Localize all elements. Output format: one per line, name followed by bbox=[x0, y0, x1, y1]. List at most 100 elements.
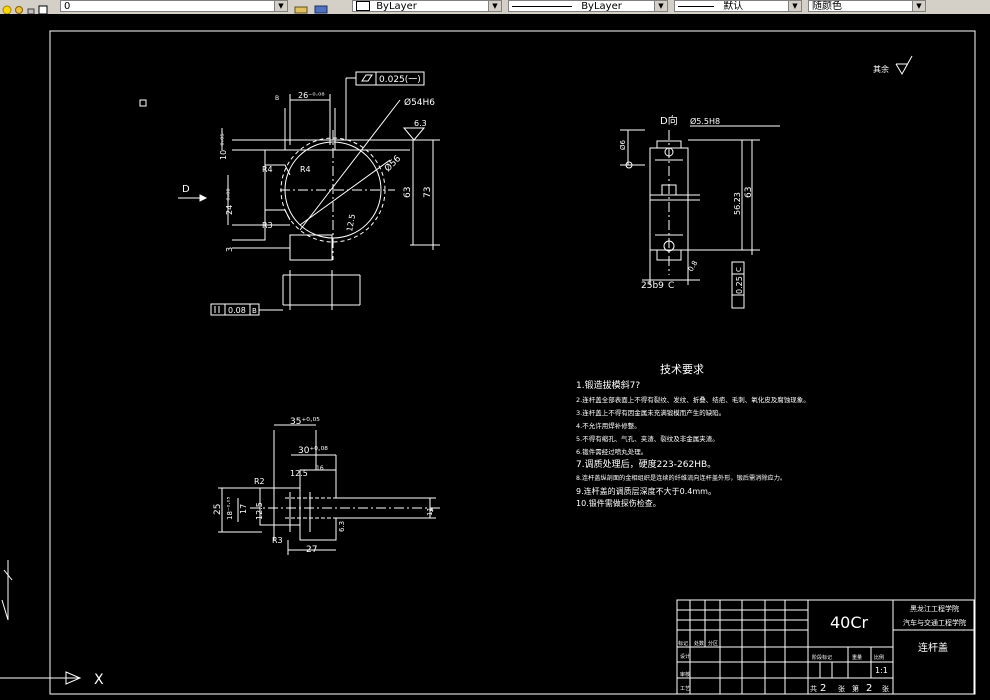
color-square-icon[interactable] bbox=[38, 0, 48, 14]
dim-63-main: 63 bbox=[403, 187, 413, 198]
plotstyle-value: 随颜色 bbox=[812, 1, 842, 12]
tech-item-2: 2.连杆盖全部表面上不得有裂纹、发纹、折叠、结疤、毛刺、氧化皮及腐蚀现象。 bbox=[576, 395, 810, 404]
color-value: ByLayer bbox=[376, 1, 417, 12]
dim-3: 3 bbox=[225, 247, 234, 252]
tech-item-1: 1.锻造拔模斜7? bbox=[576, 379, 640, 391]
dim-11: 11 bbox=[426, 507, 434, 516]
svg-text:B: B bbox=[275, 95, 279, 102]
dim-25-bottom: 25 bbox=[213, 504, 223, 515]
chevron-down-icon[interactable]: ▼ bbox=[274, 1, 287, 11]
dept-label: 汽车与交通工程学院 bbox=[903, 618, 966, 627]
sun-icon[interactable] bbox=[14, 0, 24, 14]
view-d-label: D向 bbox=[660, 114, 678, 127]
lineweight-combo[interactable]: 默认 ▼ bbox=[674, 0, 802, 12]
material-label: 40Cr bbox=[830, 613, 869, 632]
tech-item-10: 10.锻件需做探伤检查。 bbox=[576, 498, 661, 508]
dim-56: Ø56 bbox=[382, 153, 403, 174]
roughness-note: 其余 bbox=[873, 55, 913, 75]
layer-value: 0 bbox=[64, 1, 71, 12]
color-combo[interactable]: ByLayer ▼ bbox=[352, 0, 502, 12]
tech-requirements: 技术要求 1.锻造拔模斜7? 2.连杆盖全部表面上不得有裂纹、发纹、折叠、结疤、… bbox=[576, 363, 810, 508]
dim-54h6: Ø54H6 bbox=[404, 97, 435, 108]
dim-r2: R2 bbox=[254, 477, 265, 486]
parallel-datum: B bbox=[252, 307, 257, 315]
tech-item-8: 8.连杆盖纵剖面的金相组织是连续的纤维流向连杆盖外形，锻后需消除应力。 bbox=[576, 474, 786, 482]
dim-18: 18⁻⁰·⁰⁵ bbox=[226, 497, 234, 520]
tb-row-zone: 分区 bbox=[708, 640, 718, 647]
tech-item-4: 4.不允许用焊补修整。 bbox=[576, 421, 641, 430]
sheet-num-label: 第 bbox=[852, 684, 859, 693]
sheet-total-label: 共 bbox=[810, 684, 817, 693]
linetype-combo[interactable]: ByLayer ▼ bbox=[508, 0, 668, 12]
dim-27: 27 bbox=[306, 545, 317, 555]
section-view: 35⁺⁰·⁰⁵ 30⁺⁰·⁰⁸ 12.5 16 25 17 18⁻⁰·⁰⁵ 12… bbox=[213, 417, 440, 555]
tb-row-count: 处数 bbox=[694, 640, 704, 647]
sheet-unit-1: 张 bbox=[838, 684, 845, 693]
tech-item-6: 6.锻件需经过喷丸处理。 bbox=[576, 447, 647, 456]
scale-value: 1:1 bbox=[875, 666, 888, 675]
drawing-canvas[interactable]: 其余 0.025(一) 26⁻⁰·⁰⁸ B Ø54H6 Ø56 R4 R4 R3… bbox=[0, 14, 990, 696]
perp-tol-value: 0.25 bbox=[735, 276, 744, 294]
tech-title: 技术要求 bbox=[660, 363, 704, 376]
dim-12-5-vert: 12.5 bbox=[255, 502, 264, 520]
dim-12-5-main: 12.5 bbox=[345, 213, 357, 232]
school-label: 黑龙江工程学院 bbox=[910, 604, 959, 613]
dim-10: 10⁻⁰·⁰⁵ bbox=[219, 133, 228, 160]
layer-manager-icon[interactable] bbox=[294, 0, 310, 14]
rough-63-main: 6.3 bbox=[414, 119, 427, 128]
flatness-tol-value: 0.025(一) bbox=[379, 75, 421, 85]
side-view: D向 Ø5.5H8 Ø6 56.23 63 25b9 C 0.25 C 0.8 bbox=[619, 114, 780, 309]
layer-previous-icon[interactable] bbox=[314, 0, 330, 14]
color-square-swatch bbox=[356, 1, 370, 11]
dim-r3: R3 bbox=[262, 221, 273, 230]
tb-row-process: 工艺 bbox=[680, 686, 690, 692]
sheet-unit-2: 张 bbox=[882, 684, 889, 693]
ucs-x-label: X bbox=[94, 672, 104, 688]
chevron-down-icon[interactable]: ▼ bbox=[788, 1, 801, 11]
sheet-num-value: 2 bbox=[866, 683, 872, 694]
dim-r4a: R4 bbox=[262, 165, 273, 174]
tb-row-design: 设计 bbox=[680, 653, 690, 660]
tb-row-mark: 标记 bbox=[678, 640, 688, 647]
plotstyle-combo[interactable]: 随颜色 ▼ bbox=[808, 0, 926, 12]
main-view: 0.025(一) 26⁻⁰·⁰⁸ B Ø54H6 Ø56 R4 R4 R3 12… bbox=[178, 71, 440, 316]
tech-item-3: 3.连杆盖上不得有因金属未充满锻模而产生的缺陷。 bbox=[576, 408, 725, 417]
bulb-icon[interactable] bbox=[2, 0, 12, 14]
dim-24: 24⁻⁰·⁰⁸ bbox=[225, 188, 234, 215]
dim-30: 30⁺⁰·⁰⁸ bbox=[298, 446, 328, 456]
part-name-label: 连杆盖 bbox=[918, 641, 948, 654]
tb-stage-label: 阶段标记 bbox=[812, 654, 832, 661]
layer-combo[interactable]: 0 ▼ bbox=[60, 0, 288, 12]
dim-5623: 56.23 bbox=[733, 192, 742, 215]
tb-row-review: 审核 bbox=[680, 671, 690, 678]
dim-35: 35⁺⁰·⁰⁵ bbox=[290, 417, 320, 427]
perp-datum: C bbox=[735, 267, 743, 272]
linetype-line-icon bbox=[512, 5, 572, 7]
title-block: 标记 处数 分区 设计 审核 工艺 阶段标记 重量 比例 40Cr 黑龙江工程学… bbox=[676, 599, 975, 695]
dim-r3-bottom: R3 bbox=[272, 536, 283, 545]
chevron-down-icon[interactable]: ▼ bbox=[488, 1, 501, 11]
tb-weight-label: 重量 bbox=[852, 654, 862, 661]
dim-16: 16 bbox=[316, 465, 324, 472]
lock-icon[interactable] bbox=[26, 0, 36, 14]
parallel-tol-value: 0.08 bbox=[228, 306, 246, 315]
point-marker bbox=[139, 99, 147, 107]
linetype-value: ByLayer bbox=[581, 1, 622, 12]
dim-73-main: 73 bbox=[423, 187, 433, 198]
perp-tolerance-frame: 0.25 C bbox=[731, 261, 745, 309]
rough-08: 0.8 bbox=[687, 259, 699, 273]
tech-item-9: 9.连杆盖的调质层深度不大于0.4mm。 bbox=[576, 486, 716, 496]
tech-item-5: 5.不得有缩孔、气孔、夹渣、裂纹及非金属夹渣。 bbox=[576, 434, 719, 443]
chevron-down-icon[interactable]: ▼ bbox=[912, 1, 925, 11]
tb-scale-label: 比例 bbox=[874, 654, 884, 661]
chevron-down-icon[interactable]: ▼ bbox=[654, 1, 667, 11]
drawing-frame bbox=[49, 30, 976, 695]
view-arrow-d: D bbox=[178, 184, 208, 202]
dim-17: 17 bbox=[239, 504, 248, 514]
sheet-total-value: 2 bbox=[820, 683, 826, 694]
ucs-icon: X bbox=[0, 560, 104, 688]
rough-bottom: 6.3 bbox=[338, 521, 346, 532]
properties-toolbar: 0 ▼ ByLayer ▼ ByLayer ▼ 默认 ▼ 随颜色 ▼ bbox=[0, 0, 990, 15]
dim-26: 26⁻⁰·⁰⁸ bbox=[298, 91, 325, 100]
parallel-tolerance-frame: 0.08 B bbox=[210, 303, 283, 316]
